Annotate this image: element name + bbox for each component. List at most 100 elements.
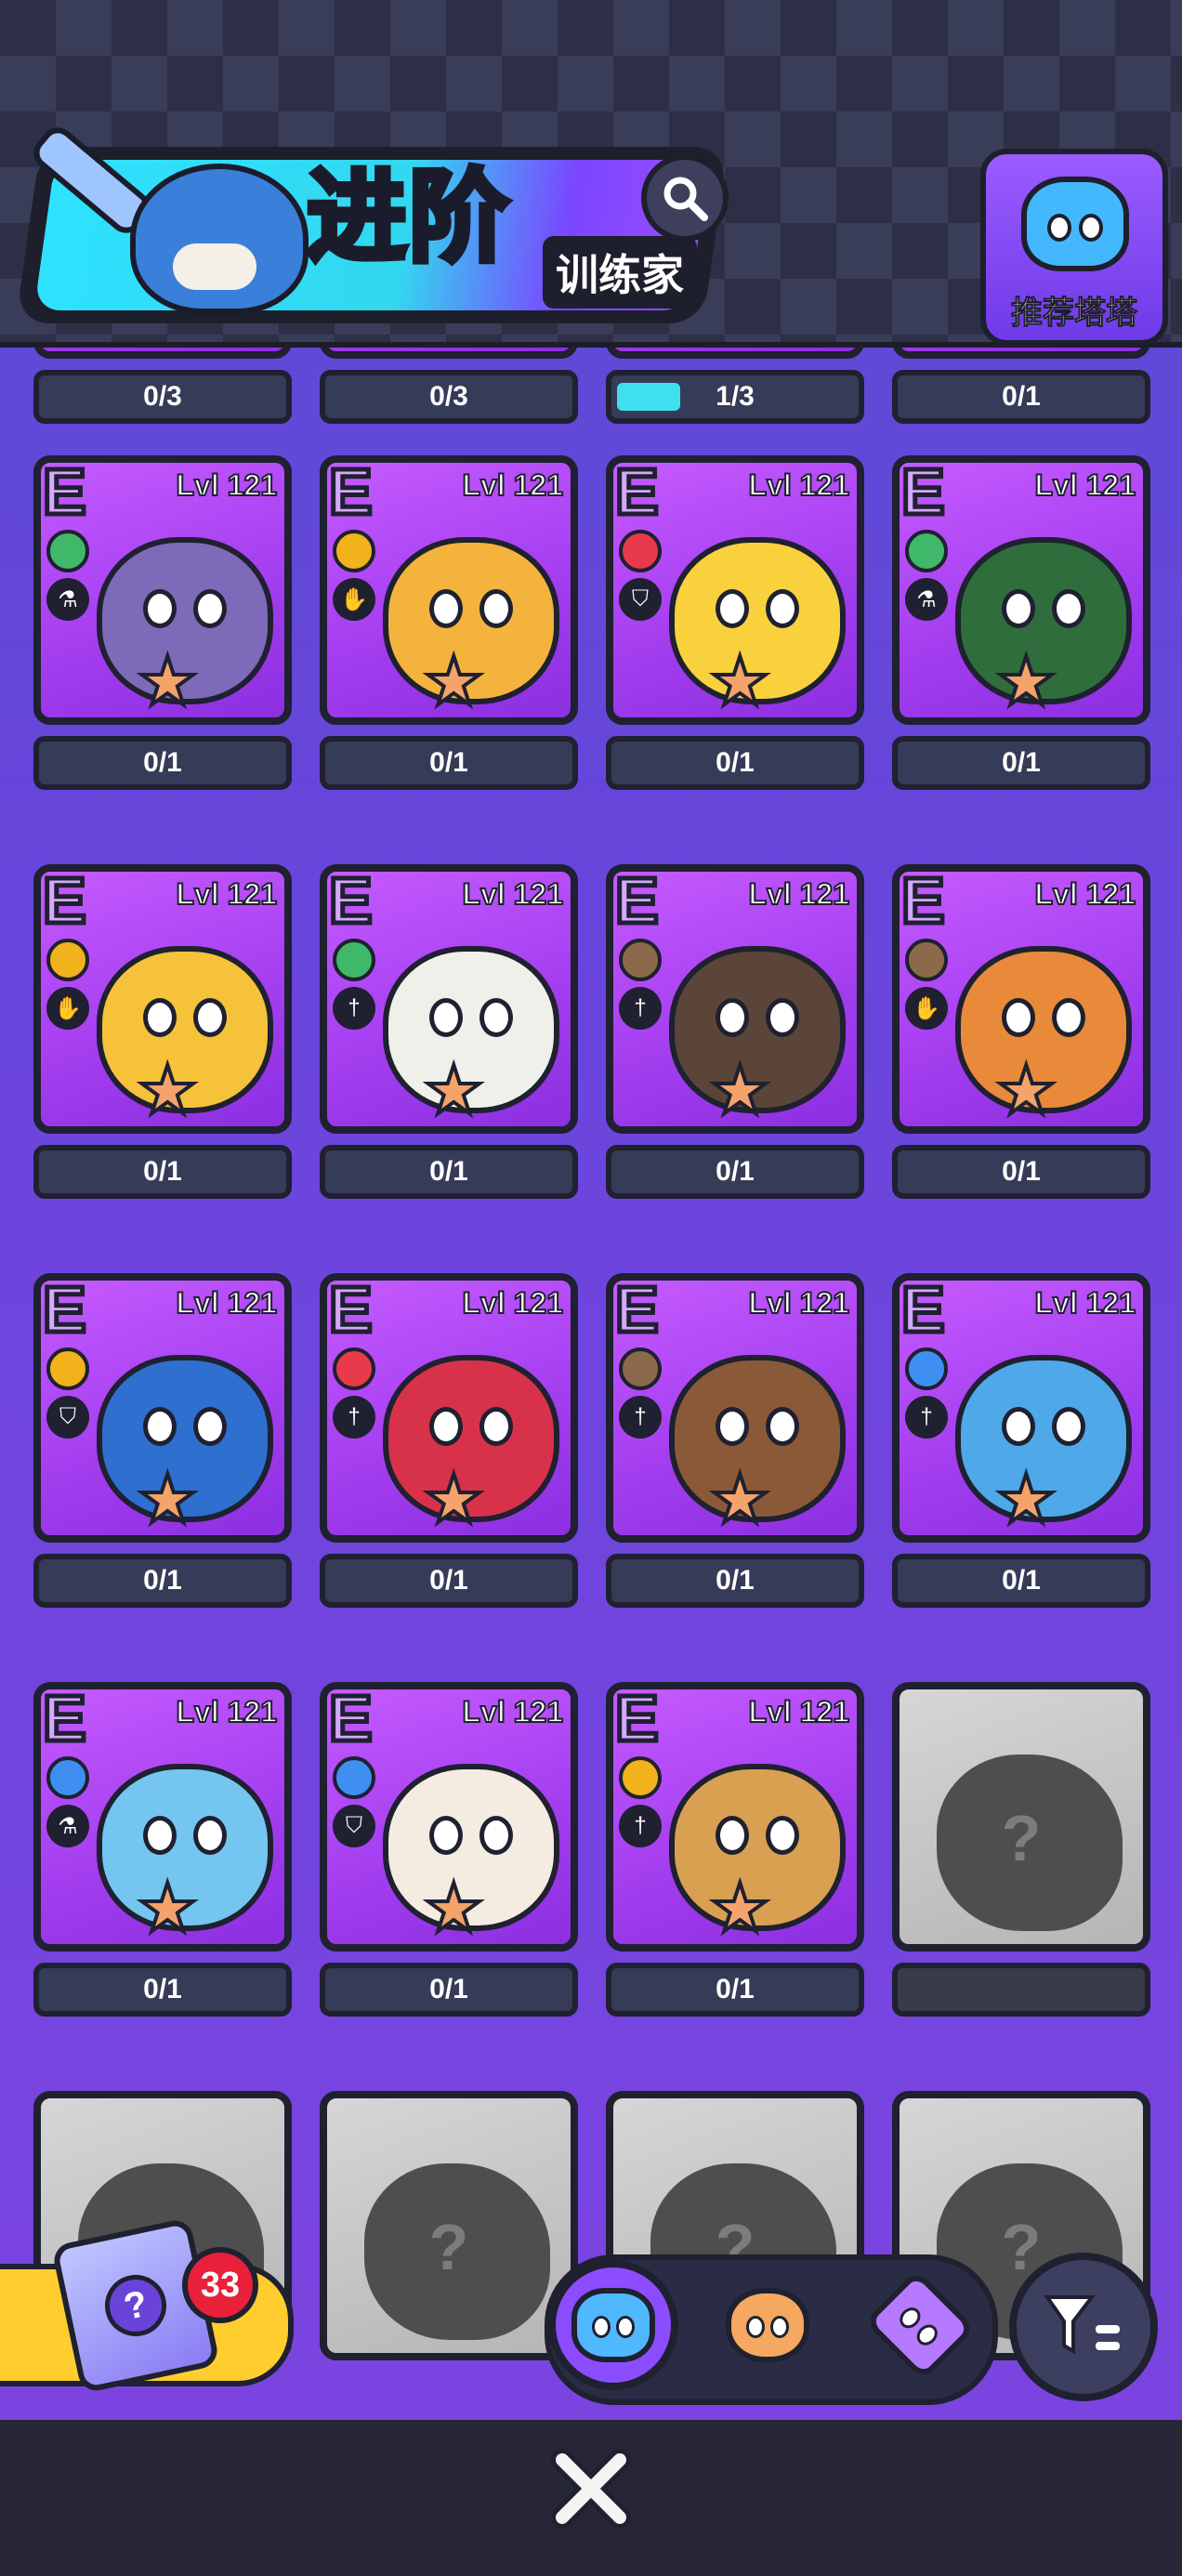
electric-element-icon [46,1347,89,1390]
star-icon: ★ [136,645,200,719]
progress-bar: 0/1 [892,1145,1150,1199]
search-icon [663,177,708,221]
progress-label: 0/3 [429,381,468,412]
grass-element-icon [905,530,948,572]
shield-role-icon: ⛉ [46,1396,89,1439]
progress-label: 0/1 [1002,747,1041,778]
star-icon: ★ [136,1463,200,1537]
level-label: Lvl 121 [747,1285,850,1321]
electric-element-icon [333,530,375,572]
character-card[interactable]: E Lvl 121 † ★ [320,1273,578,1543]
level-label: Lvl 121 [461,876,564,912]
star-icon: ★ [136,1872,200,1946]
level-label: Lvl 121 [747,467,850,503]
hand-role-icon: ✋ [905,987,948,1030]
character-card[interactable]: E Lvl 121 † ★ [320,864,578,1134]
tier-letter: E [327,1273,374,1346]
star-icon: ★ [136,1054,200,1128]
shield-role-icon: ⛉ [619,578,662,621]
filter-button[interactable] [1009,2253,1158,2401]
character-card[interactable]: E Lvl 121 ⛉ ★ [606,455,864,725]
tier-letter: E [613,455,661,528]
character-card[interactable]: E Lvl 121 ✋ ★ [892,864,1150,1134]
earth-element-icon [905,939,948,981]
unknown-mark: ? [1001,1802,1042,1874]
star-icon: ★ [422,1463,486,1537]
progress-bar: 1/3 [606,370,864,424]
tier-letter: E [41,864,88,937]
progress-label: 0/1 [1002,381,1041,412]
tab-emblem[interactable] [855,2260,985,2390]
progress-bar: 0/1 [320,1554,578,1608]
potion-role-icon: ⚗ [46,1805,89,1847]
character-card[interactable]: E Lvl 121 ⚗ ★ [33,1682,292,1952]
progress-bar: 0/3 [33,370,292,424]
chest-count-badge: 33 [182,2247,258,2323]
character-card[interactable]: E Lvl 121 † ★ [606,1273,864,1543]
progress-fill [617,383,680,411]
progress-label: 0/1 [1002,1565,1041,1596]
emblem-icon [863,2268,977,2382]
progress-label: 0/1 [716,1974,755,2004]
progress-label: 0/1 [716,1565,755,1596]
tier-letter: E [900,864,947,937]
progress-label: 0/1 [429,747,468,778]
earth-element-icon [619,939,662,981]
page-subtitle: 训练家 [543,236,697,309]
locked-character-card[interactable]: ? [320,2091,578,2360]
tab-food[interactable] [703,2260,833,2390]
locked-character-card[interactable]: ? [892,1682,1150,1952]
close-button[interactable] [545,2442,637,2535]
sword-role-icon: † [333,987,375,1030]
progress-bar: 0/1 [33,1963,292,2017]
star-icon: ★ [422,1054,486,1128]
grass-element-icon [46,530,89,572]
progress-label: 0/1 [1002,1156,1041,1187]
mascot-icon [130,164,309,314]
progress-label: 0/1 [143,1156,182,1187]
sword-role-icon: † [619,987,662,1030]
search-button[interactable] [641,154,729,242]
water-element-icon [905,1347,948,1390]
header: 进阶 训练家 推荐塔塔 [0,0,1182,348]
character-card[interactable]: E Lvl 121 † ★ [606,1682,864,1952]
progress-label: 0/1 [143,1974,182,2004]
progress-bar: 0/1 [606,1145,864,1199]
star-icon: ★ [994,645,1058,719]
progress-bar: 0/1 [320,736,578,790]
progress-label: 0/3 [143,381,182,412]
progress-label: 0/1 [429,1974,468,2004]
character-card[interactable]: E Lvl 121 ⚗ ★ [892,455,1150,725]
character-card[interactable]: E Lvl 121 † ★ [892,1273,1150,1543]
recommend-button[interactable]: 推荐塔塔 [980,149,1168,346]
tier-letter: E [41,455,88,528]
star-icon: ★ [708,1054,772,1128]
star-icon: ★ [422,645,486,719]
character-card[interactable]: E Lvl 121 ⚗ ★ [33,455,292,725]
character-card[interactable]: E Lvl 121 † ★ [606,864,864,1134]
character-card[interactable]: E Lvl 121 ⛉ ★ [33,1273,292,1543]
tier-letter: E [613,864,661,937]
progress-bar: 0/1 [33,1145,292,1199]
sword-role-icon: † [619,1396,662,1439]
level-label: Lvl 121 [1033,467,1136,503]
hand-role-icon: ✋ [46,987,89,1030]
level-label: Lvl 121 [461,1285,564,1321]
grass-element-icon [333,939,375,981]
electric-element-icon [619,1756,662,1799]
hand-role-icon: ✋ [333,578,375,621]
star-icon: ★ [994,1054,1058,1128]
character-card[interactable]: E Lvl 121 ✋ ★ [320,455,578,725]
character-card[interactable]: E Lvl 121 ⛉ ★ [320,1682,578,1952]
tab-tarta[interactable] [548,2260,678,2390]
earth-element-icon [619,1347,662,1390]
recommend-label: 推荐塔塔 [1011,296,1138,332]
page-title: 进阶 [304,161,512,273]
unknown-mark: ? [428,2211,469,2283]
close-icon [551,2449,631,2529]
tier-letter: E [41,1273,88,1346]
progress-bar [892,1963,1150,2017]
sword-role-icon: † [905,1396,948,1439]
progress-bar: 0/3 [320,370,578,424]
character-card[interactable]: E Lvl 121 ✋ ★ [33,864,292,1134]
